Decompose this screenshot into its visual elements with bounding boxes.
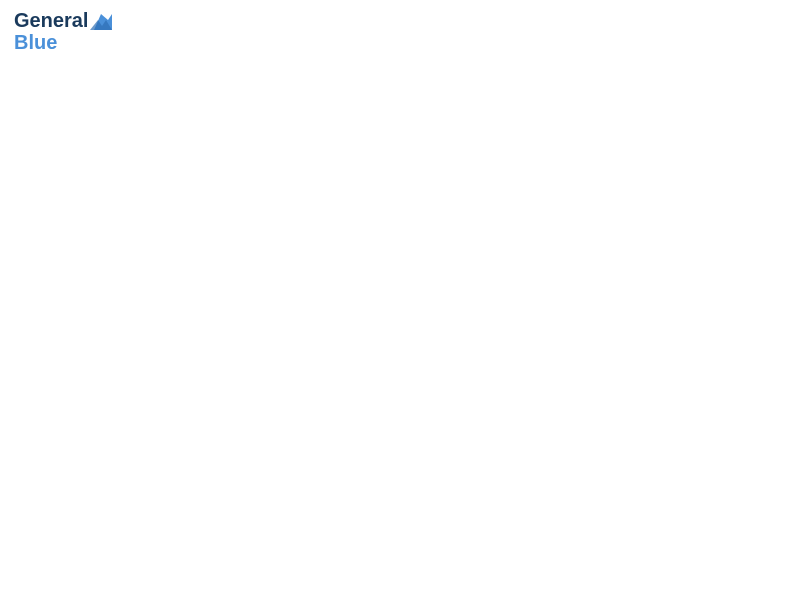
logo-blue: Blue [14,32,112,54]
page-header: General Blue [10,10,782,54]
logo-icon [90,12,112,32]
logo: General Blue [14,10,112,54]
logo-text: General [14,10,112,32]
